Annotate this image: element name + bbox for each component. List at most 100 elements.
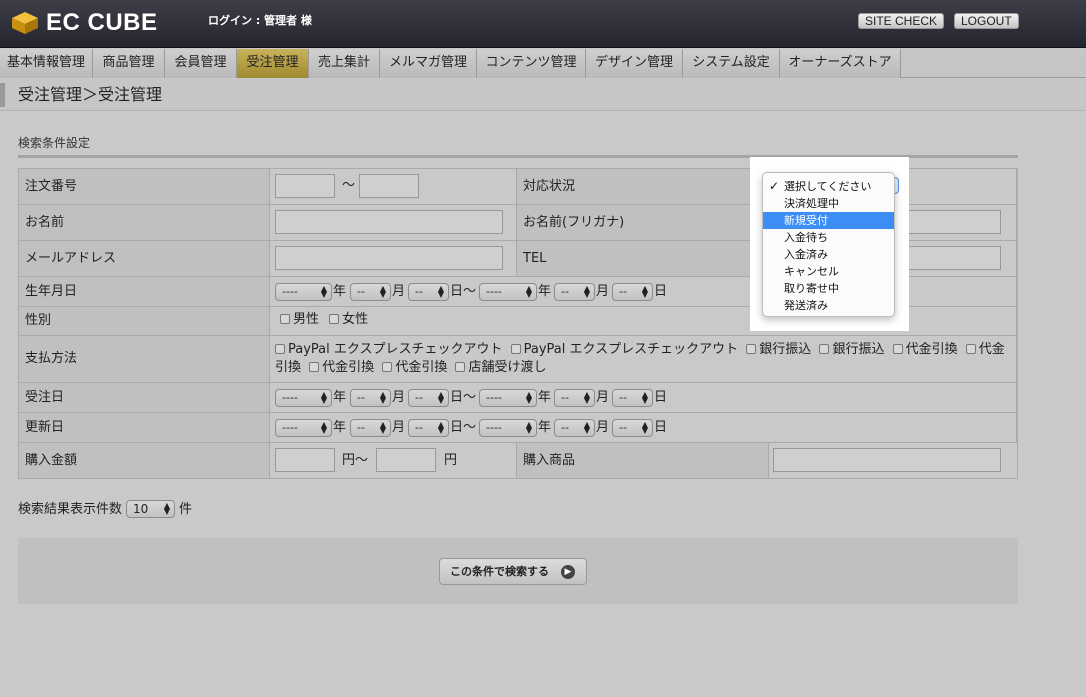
status-option-awaiting-payment[interactable]: 入金待ち (763, 229, 894, 246)
update-from-month-select[interactable]: -- ▲ ▼ (350, 419, 391, 437)
status-option-shipped[interactable]: 発送済み (763, 297, 894, 314)
checkbox-box[interactable] (309, 362, 320, 372)
select-value: ---- (486, 285, 502, 298)
order-no-from-input[interactable] (275, 174, 335, 198)
menu-basic-info[interactable]: 基本情報管理 (0, 49, 93, 78)
status-option-processing[interactable]: 決済処理中 (763, 195, 894, 212)
select-value: -- (561, 421, 569, 434)
unit-month: 月 (596, 284, 610, 299)
select-arrows-icon: ▲ ▼ (525, 284, 532, 299)
ec-cube-logo[interactable]: EC CUBE (10, 10, 158, 36)
payment-option-bank-2[interactable]: 銀行振込 (819, 342, 884, 357)
status-option-select[interactable]: ✓ 選択してください (763, 178, 894, 195)
select-arrows-icon: ▲ ▼ (437, 390, 444, 405)
name-input[interactable] (275, 210, 503, 234)
select-value: -- (619, 421, 627, 434)
checkbox-box[interactable] (965, 344, 976, 354)
menu-owners-store[interactable]: オーナーズストア (780, 49, 901, 78)
select-value: -- (415, 421, 423, 434)
checkbox-box[interactable] (275, 344, 285, 354)
status-option-new[interactable]: 新規受付 (763, 212, 894, 229)
female-label: 女性 (342, 312, 369, 327)
status-option-cancelled[interactable]: キャンセル (763, 263, 894, 280)
menu-products[interactable]: 商品管理 (93, 49, 165, 78)
status-option-paid[interactable]: 入金済み (763, 246, 894, 263)
status-dropdown-menu: ✓ 選択してください 決済処理中 新規受付 入金待ち 入金済み キャンセル 取り寄… (762, 172, 895, 317)
update-to-year-select[interactable]: ---- ▲ ▼ (479, 419, 537, 437)
status-option-label: 取り寄せ中 (784, 282, 839, 295)
amount-to-input[interactable] (376, 448, 436, 472)
checkbox-box[interactable] (746, 344, 757, 354)
birth-from-month-select[interactable]: -- ▲ ▼ (350, 283, 391, 301)
menu-design[interactable]: デザイン管理 (586, 49, 683, 78)
order-from-year-select[interactable]: ---- ▲ ▼ (275, 389, 332, 407)
payment-option-cod-3[interactable]: 代金引換 (309, 360, 374, 375)
female-checkbox[interactable]: 女性 (329, 312, 368, 327)
checkbox-box[interactable] (510, 344, 521, 354)
select-value: -- (357, 391, 365, 404)
menu-members[interactable]: 会員管理 (165, 49, 237, 78)
logout-button[interactable]: LOGOUT (954, 13, 1019, 29)
payment-option-bank-1[interactable]: 銀行振込 (746, 342, 811, 357)
menu-mail-magazine[interactable]: メルマガ管理 (380, 49, 477, 78)
product-input[interactable] (773, 448, 1001, 472)
select-value: -- (357, 285, 365, 298)
results-count-select[interactable]: 10 ▲ ▼ (126, 500, 175, 518)
birth-to-month-select[interactable]: -- ▲ ▼ (554, 283, 595, 301)
breadcrumb: 受注管理＞受注管理 (0, 79, 1086, 111)
checkbox-box[interactable] (455, 362, 466, 372)
results-count-label: 検索結果表示件数 (18, 502, 123, 517)
select-value: ---- (282, 421, 298, 434)
update-from-day-select[interactable]: -- ▲ ▼ (408, 419, 449, 437)
payment-option-label: PayPal エクスプレスチェックアウト (523, 342, 739, 357)
select-value: ---- (282, 285, 298, 298)
status-option-label: 決済処理中 (784, 197, 839, 210)
order-to-day-select[interactable]: -- ▲ ▼ (612, 389, 653, 407)
menu-orders[interactable]: 受注管理 (237, 49, 309, 78)
unit-month: 月 (392, 390, 406, 405)
site-check-button[interactable]: SITE CHECK (858, 13, 945, 29)
select-arrows-icon: ▲ ▼ (583, 390, 590, 405)
payment-option-cod-4[interactable]: 代金引換 (382, 360, 447, 375)
amount-from-input[interactable] (275, 448, 335, 472)
payment-option-label: 銀行振込 (759, 342, 812, 357)
order-to-month-select[interactable]: -- ▲ ▼ (554, 389, 595, 407)
payment-option-paypal-1[interactable]: PayPal エクスプレスチェックアウト (275, 342, 503, 357)
order-from-month-select[interactable]: -- ▲ ▼ (350, 389, 391, 407)
update-from-year-select[interactable]: ---- ▲ ▼ (275, 419, 332, 437)
birth-from-day-select[interactable]: -- ▲ ▼ (408, 283, 449, 301)
gender-label: 性別 (19, 307, 270, 336)
menu-system[interactable]: システム設定 (683, 49, 780, 78)
order-from-day-select[interactable]: -- ▲ ▼ (408, 389, 449, 407)
update-to-month-select[interactable]: -- ▲ ▼ (554, 419, 595, 437)
checkbox-box[interactable] (819, 344, 830, 354)
payment-option-label: 店舗受け渡し (468, 360, 547, 375)
menu-contents[interactable]: コンテンツ管理 (477, 49, 586, 78)
male-checkbox[interactable]: 男性 (280, 312, 319, 327)
status-option-backordered[interactable]: 取り寄せ中 (763, 280, 894, 297)
order-no-to-input[interactable] (359, 174, 419, 198)
checkbox-box[interactable] (329, 314, 340, 324)
payment-option-store-pickup[interactable]: 店舗受け渡し (455, 360, 546, 375)
search-button[interactable]: この条件で検索する ▶ (439, 558, 587, 585)
select-arrows-icon: ▲ ▼ (320, 390, 327, 405)
birth-to-day-select[interactable]: -- ▲ ▼ (612, 283, 653, 301)
checkbox-box[interactable] (382, 362, 393, 372)
order-to-year-select[interactable]: ---- ▲ ▼ (479, 389, 537, 407)
email-input[interactable] (275, 246, 503, 270)
email-label: メールアドレス (19, 241, 270, 277)
select-arrows-icon: ▲ ▼ (583, 420, 590, 435)
checkbox-box[interactable] (280, 314, 290, 324)
section-title: 検索条件設定 (18, 136, 91, 150)
payment-option-cod-1[interactable]: 代金引換 (892, 342, 958, 357)
select-value: -- (561, 285, 569, 298)
payment-option-paypal-2[interactable]: PayPal エクスプレスチェックアウト (510, 342, 739, 357)
unit-month: 月 (392, 284, 406, 299)
birth-to-year-select[interactable]: ---- ▲ ▼ (479, 283, 537, 301)
checkbox-box[interactable] (892, 344, 903, 354)
birth-from-year-select[interactable]: ---- ▲ ▼ (275, 283, 332, 301)
select-arrows-icon: ▲ ▼ (379, 284, 386, 299)
menu-sales[interactable]: 売上集計 (309, 49, 380, 78)
update-to-day-select[interactable]: -- ▲ ▼ (612, 419, 653, 437)
login-status: ログイン : 管理者 様 (208, 14, 312, 27)
